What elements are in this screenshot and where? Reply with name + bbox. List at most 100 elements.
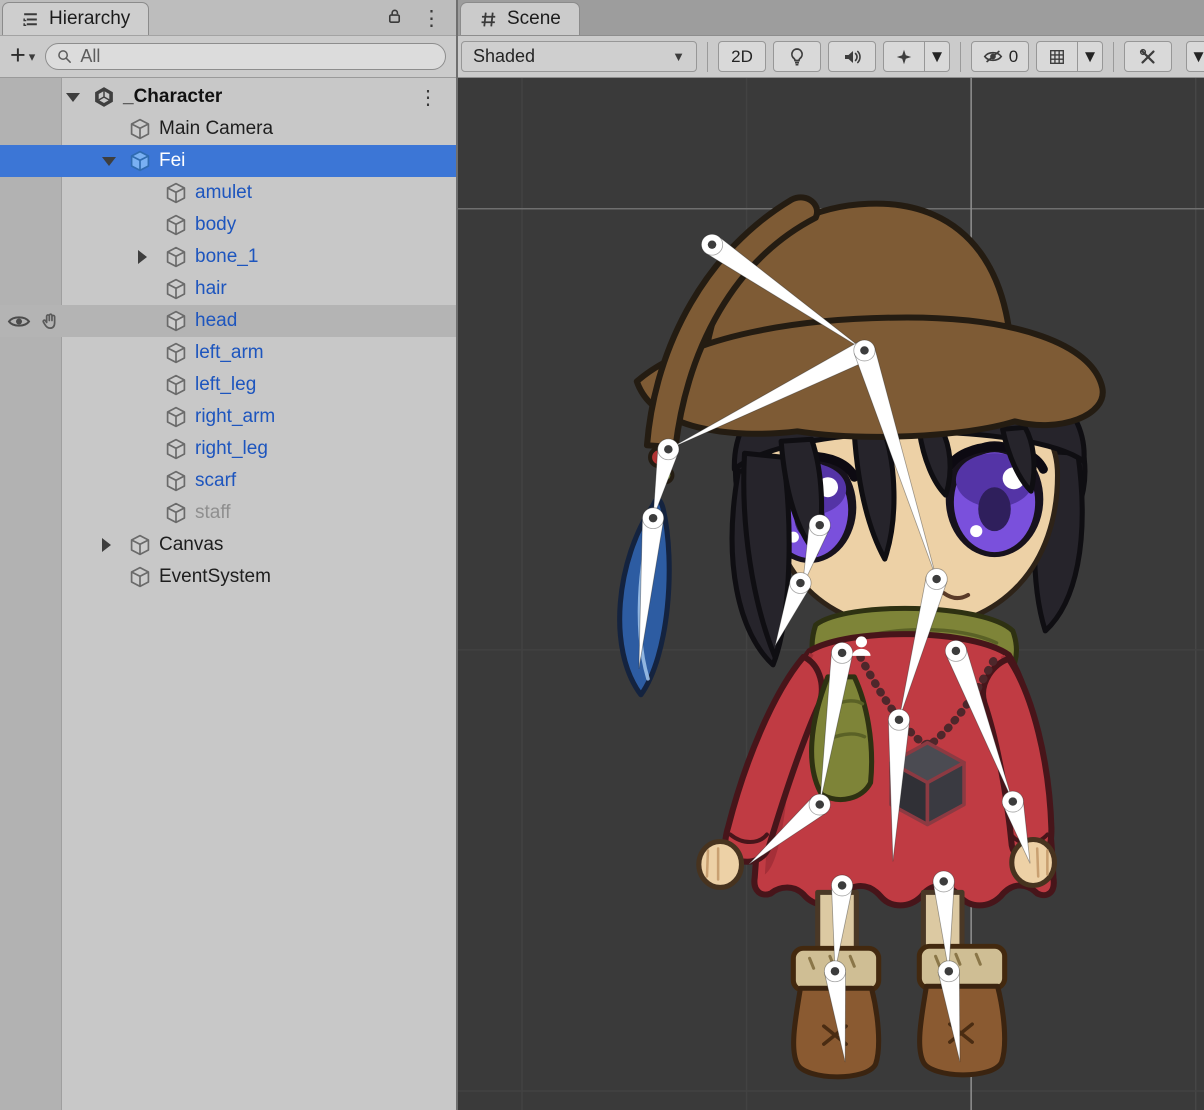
toolbar-separator — [707, 42, 708, 72]
picking-hand-icon[interactable] — [40, 312, 59, 331]
hierarchy-row-hair[interactable]: hair — [0, 273, 456, 305]
hierarchy-row-right-leg[interactable]: right_leg — [0, 433, 456, 465]
hierarchy-row-amulet[interactable]: amulet — [0, 177, 456, 209]
foldout-arrow[interactable] — [138, 250, 164, 264]
grid-icon — [1048, 48, 1066, 66]
chevron-down-icon: ▾ — [29, 49, 36, 65]
lightbulb-icon — [787, 47, 807, 67]
row-label: right_leg — [195, 438, 268, 460]
row-label: head — [195, 310, 237, 332]
cube-icon — [128, 565, 152, 589]
row-label: _Character — [123, 86, 222, 108]
2d-toggle-button[interactable]: 2D — [718, 41, 766, 72]
scene-overflow-dropdown[interactable]: ▼ — [1186, 41, 1204, 72]
cube-icon — [164, 245, 188, 269]
tab-hierarchy[interactable]: Hierarchy — [2, 2, 149, 35]
foldout-arrow[interactable] — [102, 538, 128, 552]
cube-icon — [164, 437, 188, 461]
tab-hierarchy-label: Hierarchy — [49, 8, 130, 30]
grid-hash-icon — [479, 10, 498, 29]
add-object-button[interactable]: + ▾ — [10, 45, 35, 69]
lighting-toggle-button[interactable] — [773, 41, 821, 72]
cube-icon — [164, 181, 188, 205]
effects-dropdown[interactable]: ▼ — [925, 41, 950, 72]
row-label: EventSystem — [159, 566, 271, 588]
visibility-eye-icon[interactable] — [7, 314, 31, 329]
row-label: Fei — [159, 150, 185, 172]
row-label: body — [195, 214, 236, 236]
cube-icon — [164, 277, 188, 301]
row-label: left_leg — [195, 374, 256, 396]
plus-icon: + — [10, 42, 26, 69]
cube-icon — [164, 341, 188, 365]
hierarchy-row-canvas[interactable]: Canvas — [0, 529, 456, 561]
row-label: hair — [195, 278, 227, 300]
row-label: bone_1 — [195, 246, 258, 268]
cube-icon — [128, 117, 152, 141]
hierarchy-tabstrip: Hierarchy ⋮ — [0, 0, 456, 36]
cube-icon — [164, 373, 188, 397]
audio-toggle-button[interactable] — [828, 41, 876, 72]
scene-viewport[interactable] — [458, 78, 1204, 1110]
hierarchy-row-left-arm[interactable]: left_arm — [0, 337, 456, 369]
lock-icon[interactable] — [386, 7, 403, 30]
foldout-arrow[interactable] — [66, 93, 92, 102]
effects-toggle-button[interactable] — [883, 41, 925, 72]
hierarchy-row-fei[interactable]: Fei — [0, 145, 456, 177]
hierarchy-row-bone-1[interactable]: bone_1 — [0, 241, 456, 273]
row-label: scarf — [195, 470, 236, 492]
scene-visibility-button[interactable]: 0 — [971, 41, 1029, 72]
grid-visibility-button[interactable] — [1036, 41, 1078, 72]
hierarchy-row--character[interactable]: _Character ⋮ — [0, 81, 456, 113]
hierarchy-list-icon — [21, 10, 40, 29]
row-label: amulet — [195, 182, 252, 204]
cube-icon — [164, 213, 188, 237]
hierarchy-toolbar: + ▾ All — [0, 36, 456, 78]
speaker-icon — [842, 47, 862, 67]
tools-icon — [1138, 47, 1158, 67]
toolbar-separator — [1113, 42, 1114, 72]
prefab-icon — [128, 149, 152, 173]
scene-tabstrip: Scene — [458, 0, 1204, 36]
cube-icon — [128, 533, 152, 557]
row-label: staff — [195, 502, 231, 524]
grid-dropdown[interactable]: ▼ — [1078, 41, 1103, 72]
hierarchy-row-main-camera[interactable]: Main Camera — [0, 113, 456, 145]
hierarchy-search-input[interactable]: All — [45, 43, 446, 70]
scene-panel: Scene Shaded ▼ 2D ▼ — [458, 0, 1204, 1110]
eye-off-icon — [982, 48, 1004, 65]
component-tools-button[interactable] — [1124, 41, 1172, 72]
cube-icon — [164, 501, 188, 525]
hierarchy-row-head[interactable]: head — [0, 305, 456, 337]
tab-scene-label: Scene — [507, 8, 561, 30]
search-value: All — [80, 46, 100, 67]
tab-scene[interactable]: Scene — [460, 2, 580, 35]
hierarchy-row-eventsystem[interactable]: EventSystem — [0, 561, 456, 593]
hierarchy-row-left-leg[interactable]: left_leg — [0, 369, 456, 401]
row-menu-icon[interactable]: ⋮ — [418, 85, 438, 110]
search-icon — [56, 48, 73, 65]
foldout-arrow[interactable] — [102, 157, 128, 166]
row-label: right_arm — [195, 406, 275, 428]
scene-toolbar: Shaded ▼ 2D ▼ 0 — [458, 36, 1204, 78]
hierarchy-row-body[interactable]: body — [0, 209, 456, 241]
chevron-down-icon: ▼ — [672, 49, 685, 64]
unity-editor-window: Hierarchy ⋮ + ▾ All _Character ⋮ Main Came… — [0, 0, 1204, 1110]
effects-star-icon — [895, 48, 913, 66]
hierarchy-row-scarf[interactable]: scarf — [0, 465, 456, 497]
row-label: Main Camera — [159, 118, 273, 140]
shading-mode-label: Shaded — [473, 46, 535, 67]
hierarchy-tree: _Character ⋮ Main Camera Fei amulet body bone_… — [0, 78, 456, 1110]
row-label: left_arm — [195, 342, 264, 364]
hidden-count: 0 — [1009, 47, 1018, 67]
row-label: Canvas — [159, 534, 223, 556]
hierarchy-row-staff[interactable]: staff — [0, 497, 456, 529]
toolbar-separator — [960, 42, 961, 72]
scene-icon — [92, 85, 116, 109]
cube-icon — [164, 405, 188, 429]
hierarchy-panel: Hierarchy ⋮ + ▾ All _Character ⋮ Main Came… — [0, 0, 458, 1110]
hierarchy-row-right-arm[interactable]: right_arm — [0, 401, 456, 433]
shading-mode-dropdown[interactable]: Shaded ▼ — [461, 41, 697, 72]
cube-icon — [164, 469, 188, 493]
hierarchy-menu-icon[interactable]: ⋮ — [419, 8, 444, 29]
